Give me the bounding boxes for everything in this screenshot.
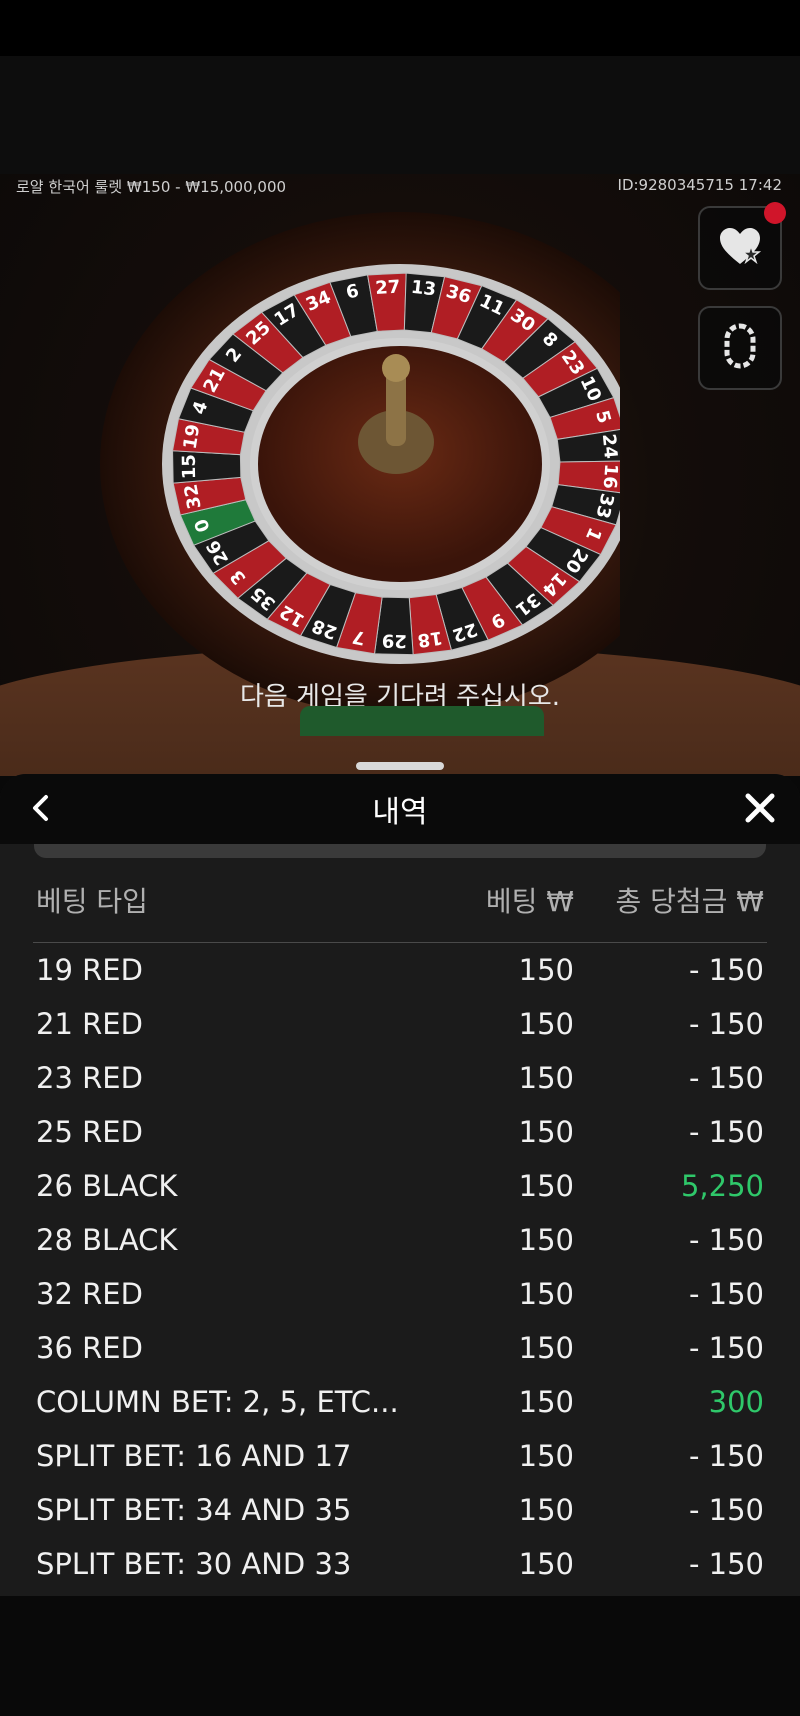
row-bet-amount: 150 [518, 1547, 574, 1581]
row-bet-amount: 150 [518, 1493, 574, 1527]
wheel-pocket-number: 19 [180, 423, 205, 451]
row-bet-type: 21 RED [36, 1007, 143, 1041]
table-row: SPLIT BET: 30 AND 33 150 - 150 [33, 1537, 767, 1591]
row-total-win: - 150 [688, 1007, 764, 1041]
row-bet-type: 26 BLACK [36, 1169, 178, 1203]
table-row: 19 RED 150 - 150 [33, 943, 767, 997]
table-row: 26 BLACK 150 5,250 [33, 1159, 767, 1213]
round-summary-bar[interactable] [34, 844, 766, 858]
row-bet-amount: 150 [518, 1223, 574, 1257]
row-bet-type: 28 BLACK [36, 1223, 178, 1257]
row-bet-amount: 150 [518, 1277, 574, 1311]
row-total-win: - 150 [688, 1061, 764, 1095]
game-meta: ID:9280345715 17:42 [618, 176, 782, 194]
row-bet-type: 32 RED [36, 1277, 143, 1311]
top-status-bar [0, 0, 800, 56]
row-bet-type: SPLIT BET: 30 AND 33 [36, 1547, 352, 1581]
panel-header: 내역 [0, 774, 800, 844]
wheel-pocket-number: 15 [179, 454, 200, 479]
game-info-label: 로얄 한국어 룰렛 ₩150 - ₩15,000,000 [16, 178, 287, 196]
row-total-win: 5,250 [680, 1169, 764, 1203]
close-button[interactable] [740, 790, 780, 830]
header-bet-amount: 베팅 ₩ [485, 885, 574, 918]
table-row: SPLIT BET: 16 AND 17 150 - 150 [33, 1429, 767, 1483]
panel-title: 내역 [372, 795, 428, 830]
racetrack-button[interactable] [698, 306, 782, 390]
chevron-left-icon [30, 794, 50, 826]
row-bet-amount: 150 [518, 1169, 574, 1203]
wheel-turret-top [382, 354, 410, 382]
bet-history-table: 베팅 타입 베팅 ₩ 총 당첨금 ₩ 19 RED 150- 150 21 RED 1… [33, 858, 767, 1591]
table-row: 36 RED 150 - 150 [33, 1321, 767, 1375]
row-bet-amount: 150 [518, 1439, 574, 1473]
row-bet-amount: 150 [518, 1331, 574, 1365]
video-top-strip [0, 56, 800, 174]
table-row: 25 RED 150 - 150 [33, 1105, 767, 1159]
close-icon [744, 792, 776, 828]
table-row: COLUMN BET: 2, 5, ETC... 150 300 [33, 1375, 767, 1429]
notification-dot [764, 202, 786, 224]
drag-handle[interactable] [356, 762, 444, 770]
row-total-win: - 150 [688, 1493, 764, 1527]
table-row: SPLIT BET: 34 AND 35 150 - 150 [33, 1483, 767, 1537]
row-bet-amount: 150 [518, 1385, 574, 1419]
row-total-win: - 150 [688, 1277, 764, 1311]
header-total-win: 총 당첨금 ₩ [615, 885, 764, 918]
back-button[interactable] [22, 792, 58, 828]
live-video-area: 로얄 한국어 룰렛 ₩150 - ₩15,000,000 ID:92803457… [0, 56, 800, 776]
row-bet-type: SPLIT BET: 16 AND 17 [36, 1439, 352, 1473]
row-bet-amount: 150 [518, 953, 574, 987]
table-row: 23 RED 150 - 150 [33, 1051, 767, 1105]
wheel-pocket-number: 24 [598, 433, 620, 460]
row-bet-amount: 150 [518, 1061, 574, 1095]
heart-star-icon [718, 226, 762, 270]
row-total-win: - 150 [688, 1439, 764, 1473]
header-bet-type: 베팅 타입 [36, 885, 148, 918]
row-total-win: - 150 [688, 1331, 764, 1365]
racetrack-icon [724, 323, 756, 373]
table-row: 21 RED 150 - 150 [33, 997, 767, 1051]
game-time: 17:42 [738, 176, 782, 194]
table-body: 19 RED 150 - 150 21 RED 150 - 150 23 RED 150 - 1… [33, 943, 767, 1591]
table-row: 32 RED 150 - 150 [33, 1267, 767, 1321]
wheel-pocket-number: 13 [410, 277, 437, 301]
row-bet-type: 25 RED [36, 1115, 143, 1149]
row-total-win: - 150 [688, 1223, 764, 1257]
table-header: 베팅 타입 베팅 ₩ 총 당첨금 ₩ [33, 858, 767, 943]
row-total-win: - 150 [688, 1547, 764, 1581]
row-bet-type: 36 RED [36, 1331, 143, 1365]
row-bet-amount: 150 [518, 1115, 574, 1149]
table-row: 28 BLACK 150 - 150 [33, 1213, 767, 1267]
wheel-pocket-number: 27 [375, 277, 401, 299]
row-bet-amount: 150 [518, 1007, 574, 1041]
wheel-pocket-number: 29 [381, 630, 407, 652]
favorites-button[interactable] [698, 202, 786, 290]
panel-handle-tab [300, 706, 544, 736]
roulette-wheel: 032151942122517 34 6 27 13 36 1130823105241633… [100, 212, 620, 716]
row-bet-type: 23 RED [36, 1061, 143, 1095]
wheel-pocket-number: 18 [416, 627, 444, 651]
game-id: ID:9280345715 [617, 176, 734, 194]
row-total-win: - 150 [688, 953, 764, 987]
row-total-win: 300 [708, 1385, 764, 1419]
row-total-win: - 150 [688, 1115, 764, 1149]
history-panel: 내역 베팅 타입 베팅 ₩ 총 당첨금 ₩ 19 RED 150- 150 21 R… [0, 774, 800, 1596]
row-bet-type: 19 RED [36, 953, 143, 987]
wheel-pocket-number: 16 [599, 463, 620, 489]
row-bet-type: SPLIT BET: 34 AND 35 [36, 1493, 352, 1527]
row-bet-type: COLUMN BET: 2, 5, ETC... [36, 1385, 399, 1419]
